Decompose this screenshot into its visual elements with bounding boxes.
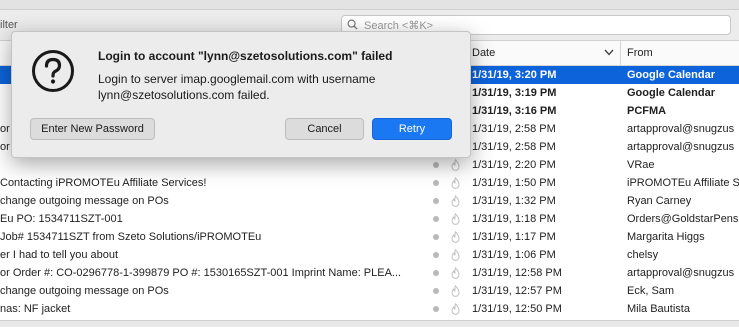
read-status-dot-icon[interactable] — [433, 180, 439, 186]
retry-button[interactable]: Retry — [372, 118, 452, 140]
message-row[interactable]: Contacting iPROMOTEu Affiliate Services!… — [0, 174, 739, 192]
message-date: 1/31/19, 1:06 PM — [472, 249, 556, 261]
message-date: 1/31/19, 2:58 PM — [472, 141, 556, 153]
junk-status-icon[interactable] — [451, 248, 460, 261]
read-status-dot-icon[interactable] — [433, 234, 439, 240]
message-sender: PCFMA — [627, 105, 667, 117]
junk-status-icon[interactable] — [451, 284, 460, 297]
read-status-dot-icon[interactable] — [433, 270, 439, 276]
question-mark-icon — [32, 50, 74, 92]
message-sender: artapproval@snugzus — [627, 267, 735, 279]
message-sender: iPROMOTEu Affiliate S — [627, 177, 739, 189]
junk-status-icon[interactable] — [451, 194, 460, 207]
message-sender: Eck, Sam — [627, 285, 675, 297]
message-date: 1/31/19, 1:50 PM — [472, 177, 556, 189]
message-row[interactable]: 1/31/19, 2:20 PM VRae — [0, 156, 739, 174]
message-sender: Google Calendar — [627, 87, 716, 99]
message-sender: VRae — [627, 159, 655, 171]
cancel-button[interactable]: Cancel — [285, 118, 364, 140]
message-subject: Contacting iPROMOTEu Affiliate Services! — [0, 177, 207, 189]
date-column-header[interactable]: Date — [472, 47, 495, 59]
junk-status-icon[interactable] — [451, 212, 460, 225]
message-date: 1/31/19, 3:20 PM — [472, 69, 557, 81]
junk-status-icon[interactable] — [451, 176, 460, 189]
search-icon — [347, 19, 358, 30]
message-date: 1/31/19, 1:17 PM — [472, 231, 556, 243]
message-row[interactable]: or Order #: CO-0296778-1-399879 PO #: 15… — [0, 264, 739, 282]
dialog-title: Login to account "lynn@szetosolutions.co… — [98, 49, 393, 63]
read-status-dot-icon[interactable] — [433, 216, 439, 222]
filter-label: ilter — [0, 19, 18, 31]
message-sender: artapproval@snugzus — [627, 141, 735, 153]
login-failed-dialog: Login to account "lynn@szetosolutions.co… — [11, 31, 471, 158]
message-subject: nas: NF jacket — [0, 303, 71, 315]
junk-status-icon[interactable] — [451, 266, 460, 279]
message-date: 1/31/19, 2:20 PM — [472, 159, 556, 171]
message-date: 1/31/19, 12:50 PM — [472, 303, 562, 315]
message-subject: er I had to tell you about — [0, 249, 119, 261]
message-row[interactable]: Job# 1534711SZT from Szeto Solutions/iPR… — [0, 228, 739, 246]
chevron-down-icon[interactable] — [604, 49, 614, 56]
message-sender: Ryan Carney — [627, 195, 692, 207]
message-subject: Eu PO: 1534711SZT-001 — [0, 213, 123, 225]
message-subject: change outgoing message on POs — [0, 195, 169, 207]
read-status-dot-icon[interactable] — [433, 252, 439, 258]
junk-status-icon[interactable] — [451, 230, 460, 243]
message-subject: change outgoing message on POs — [0, 285, 169, 297]
dialog-message-line1: Login to server imap.googlemail.com with… — [98, 72, 376, 86]
read-status-dot-icon[interactable] — [433, 162, 439, 168]
read-status-dot-icon[interactable] — [433, 198, 439, 204]
message-subject: Job# 1534711SZT from Szeto Solutions/iPR… — [0, 231, 262, 243]
dialog-message: Login to server imap.googlemail.com with… — [98, 71, 458, 103]
message-sender: Google Calendar — [627, 69, 716, 81]
message-sender: Margarita Higgs — [627, 231, 705, 243]
message-row[interactable]: change outgoing message on POs 1/31/19, 1… — [0, 282, 739, 300]
message-date: 1/31/19, 12:58 PM — [472, 267, 562, 279]
read-status-dot-icon[interactable] — [433, 288, 439, 294]
message-date: 1/31/19, 1:32 PM — [472, 195, 556, 207]
dialog-message-line2: lynn@szetosolutions.com failed. — [98, 88, 270, 102]
junk-status-icon[interactable] — [451, 302, 460, 315]
junk-status-icon[interactable] — [451, 158, 460, 171]
message-sender: chelsy — [627, 249, 659, 261]
enter-new-password-button[interactable]: Enter New Password — [30, 118, 155, 140]
message-date: 1/31/19, 3:16 PM — [472, 105, 557, 117]
message-date: 1/31/19, 1:18 PM — [472, 213, 556, 225]
message-row[interactable]: Eu PO: 1534711SZT-001 1/31/19, 1:18 PM Ord… — [0, 210, 739, 228]
message-date: 1/31/19, 2:58 PM — [472, 123, 556, 135]
message-date: 1/31/19, 3:19 PM — [472, 87, 557, 99]
message-row[interactable]: er I had to tell you about 1/31/19, 1:06 … — [0, 246, 739, 264]
message-subject: or Order #: CO-0296778-1-399879 PO #: 15… — [0, 267, 402, 279]
message-sender: artapproval@snugzus — [627, 123, 735, 135]
message-date: 1/31/19, 12:57 PM — [472, 285, 562, 297]
message-sender: Mila Bautista — [627, 303, 690, 315]
message-row[interactable]: nas: NF jacket 1/31/19, 12:50 PM Mila Baut… — [0, 300, 739, 318]
column-divider[interactable] — [620, 41, 621, 65]
message-row[interactable]: change outgoing message on POs 1/31/19, 1… — [0, 192, 739, 210]
window-toolbar-strip — [0, 0, 739, 10]
read-status-dot-icon[interactable] — [433, 306, 439, 312]
message-sender: Orders@GoldstarPens — [627, 213, 739, 225]
from-column-header[interactable]: From — [627, 47, 653, 59]
